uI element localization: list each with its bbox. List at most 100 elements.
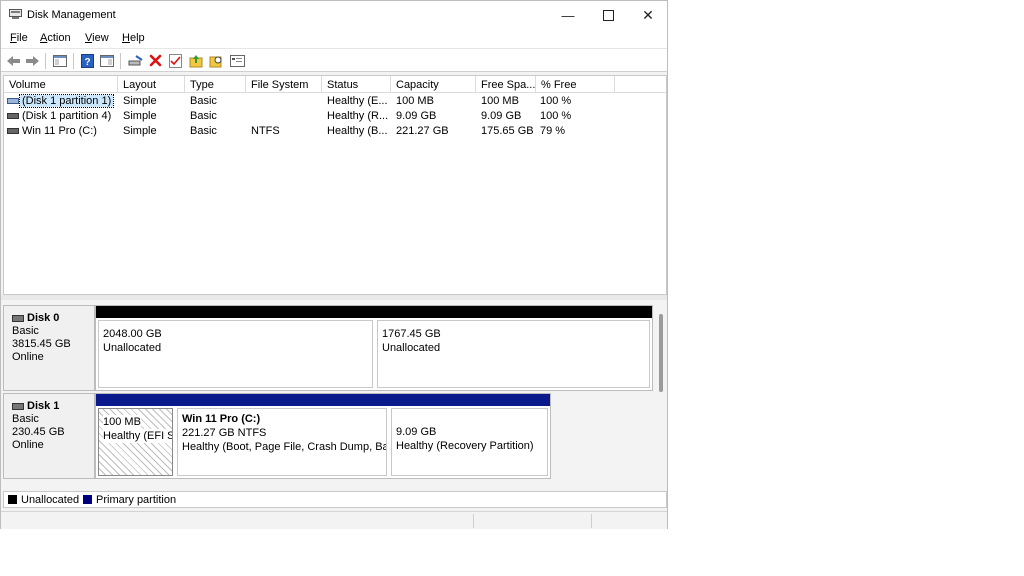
- cell-volume: (Disk 1 partition 4): [22, 110, 112, 122]
- disk-name: Disk 1: [27, 400, 60, 412]
- column-header-free-space[interactable]: Free Spa...: [476, 76, 536, 93]
- table-row[interactable]: (Disk 1 partition 1) Simple Basic Health…: [4, 94, 666, 109]
- forward-button[interactable]: [24, 53, 40, 68]
- cell-percent-free: 79 %: [540, 125, 566, 137]
- partition-size: 9.09 GB: [396, 426, 437, 438]
- volume-icon: [7, 113, 19, 119]
- search-button[interactable]: [208, 53, 224, 68]
- disk-0-partitions: 2048.00 GB Unallocated 1767.45 GB Unallo…: [95, 305, 653, 391]
- close-button[interactable]: ✕: [627, 1, 669, 29]
- partition-c-drive[interactable]: Win 11 Pro (C:) 221.27 GB NTFS Healthy (…: [175, 394, 389, 478]
- cell-percent-free: 100 %: [540, 95, 572, 107]
- partition-efi[interactable]: 100 MB Healthy (EFI Sy: [96, 394, 175, 478]
- disk-icon: [12, 403, 24, 410]
- cell-volume: (Disk 1 partition 1): [18, 94, 115, 108]
- disk-icon: [12, 315, 24, 322]
- graph-scrollbar[interactable]: [659, 314, 663, 392]
- forward-arrow-icon: [25, 55, 39, 66]
- cell-type: Basic: [190, 125, 217, 137]
- disk-size: 3815.45 GB: [12, 338, 71, 350]
- partition-recovery[interactable]: 9.09 GB Healthy (Recovery Partition): [389, 394, 550, 478]
- column-header-filler: [615, 76, 666, 93]
- close-icon: ✕: [642, 6, 654, 23]
- volume-icon: [7, 98, 19, 104]
- partition-status: Healthy (Boot, Page File, Crash Dump, Ba…: [182, 441, 387, 453]
- maximize-button[interactable]: [587, 1, 629, 29]
- cell-file-system: NTFS: [251, 125, 280, 137]
- properties-view-icon: [100, 54, 114, 67]
- cell-status: Healthy (E...: [327, 95, 388, 107]
- menu-file[interactable]: File: [10, 32, 28, 44]
- legend: Unallocated Primary partition: [3, 491, 667, 508]
- console-window-icon: [229, 54, 245, 67]
- disk-name: Disk 0: [27, 312, 60, 324]
- import-button[interactable]: [188, 53, 204, 68]
- properties-view-button[interactable]: [99, 53, 115, 68]
- table-row[interactable]: Win 11 Pro (C:) Simple Basic NTFS Health…: [4, 124, 666, 139]
- table-row[interactable]: (Disk 1 partition 4) Simple Basic Health…: [4, 109, 666, 124]
- column-header-file-system[interactable]: File System: [246, 76, 322, 93]
- disk-management-icon: [9, 9, 22, 19]
- delete-x-icon: [149, 54, 161, 67]
- back-arrow-icon: [6, 55, 20, 66]
- disk-1-partitions: 100 MB Healthy (EFI Sy Win 11 Pro (C:) 2…: [95, 393, 551, 479]
- disk-graphical-view: Disk 0 Basic 3815.45 GB Online 2048.00 G…: [3, 300, 667, 488]
- back-button[interactable]: [5, 53, 21, 68]
- legend-swatch-primary: [83, 495, 92, 504]
- partition-status: Healthy (Recovery Partition): [396, 440, 534, 452]
- menu-bar: File Action View Help: [1, 29, 667, 48]
- minimize-button[interactable]: —: [547, 1, 589, 29]
- title-bar[interactable]: Disk Management — ✕: [1, 1, 667, 29]
- maximize-icon: [602, 9, 614, 21]
- partition-unallocated[interactable]: 2048.00 GB Unallocated: [96, 306, 375, 390]
- folder-search-icon: [209, 56, 222, 67]
- disk-connect-icon: [128, 54, 143, 65]
- cell-capacity: 100 MB: [396, 95, 434, 107]
- cell-volume: Win 11 Pro (C:): [22, 125, 97, 137]
- svg-text:?: ?: [84, 57, 90, 68]
- help-button[interactable]: ?: [79, 53, 95, 68]
- column-header-status[interactable]: Status: [322, 76, 391, 93]
- cell-status: Healthy (B...: [327, 125, 388, 137]
- folder-up-icon: [189, 54, 203, 67]
- menu-action[interactable]: Action: [40, 32, 71, 44]
- partition-status: Unallocated: [103, 342, 162, 354]
- disk-kind: Basic: [12, 325, 39, 337]
- menu-view[interactable]: View: [85, 32, 109, 44]
- column-header-volume[interactable]: Volume: [4, 76, 118, 93]
- volume-list[interactable]: Volume Layout Type File System Status Ca…: [3, 75, 667, 295]
- cell-type: Basic: [190, 110, 217, 122]
- legend-label-unallocated: Unallocated: [21, 494, 80, 506]
- window-title: Disk Management: [27, 9, 116, 21]
- cell-capacity: 9.09 GB: [396, 110, 437, 122]
- cell-status: Healthy (R...: [327, 110, 389, 122]
- console-tree-icon: [53, 54, 67, 67]
- disk-0-label[interactable]: Disk 0 Basic 3815.45 GB Online: [3, 305, 95, 391]
- console-button[interactable]: [229, 53, 245, 68]
- disk-kind: Basic: [12, 413, 39, 425]
- partition-status: Unallocated: [382, 342, 441, 354]
- column-header-type[interactable]: Type: [185, 76, 246, 93]
- disk-state: Online: [12, 439, 44, 451]
- partition-size: 1767.45 GB: [382, 328, 441, 340]
- legend-label-primary: Primary partition: [96, 494, 177, 506]
- disk-size: 230.45 GB: [12, 426, 65, 438]
- menu-help[interactable]: Help: [122, 32, 145, 44]
- column-header-capacity[interactable]: Capacity: [391, 76, 476, 93]
- toolbar: ?: [1, 48, 667, 72]
- column-header-percent-free[interactable]: % Free: [536, 76, 615, 93]
- check-button[interactable]: [167, 53, 183, 68]
- partition-unallocated[interactable]: 1767.45 GB Unallocated: [375, 306, 652, 390]
- cell-layout: Simple: [123, 110, 157, 122]
- connect-button[interactable]: [127, 53, 143, 68]
- help-icon: ?: [80, 53, 94, 68]
- delete-button[interactable]: [147, 53, 163, 68]
- status-bar: [1, 511, 667, 529]
- disk-management-window: Disk Management — ✕ File Action View Hel…: [0, 0, 668, 529]
- column-header-layout[interactable]: Layout: [118, 76, 185, 93]
- cell-free-space: 175.65 GB: [481, 125, 534, 137]
- partition-size: 100 MB: [103, 415, 141, 429]
- console-tree-button[interactable]: [52, 53, 68, 68]
- disk-1-label[interactable]: Disk 1 Basic 230.45 GB Online: [3, 393, 95, 479]
- partition-title: Win 11 Pro (C:): [182, 413, 261, 425]
